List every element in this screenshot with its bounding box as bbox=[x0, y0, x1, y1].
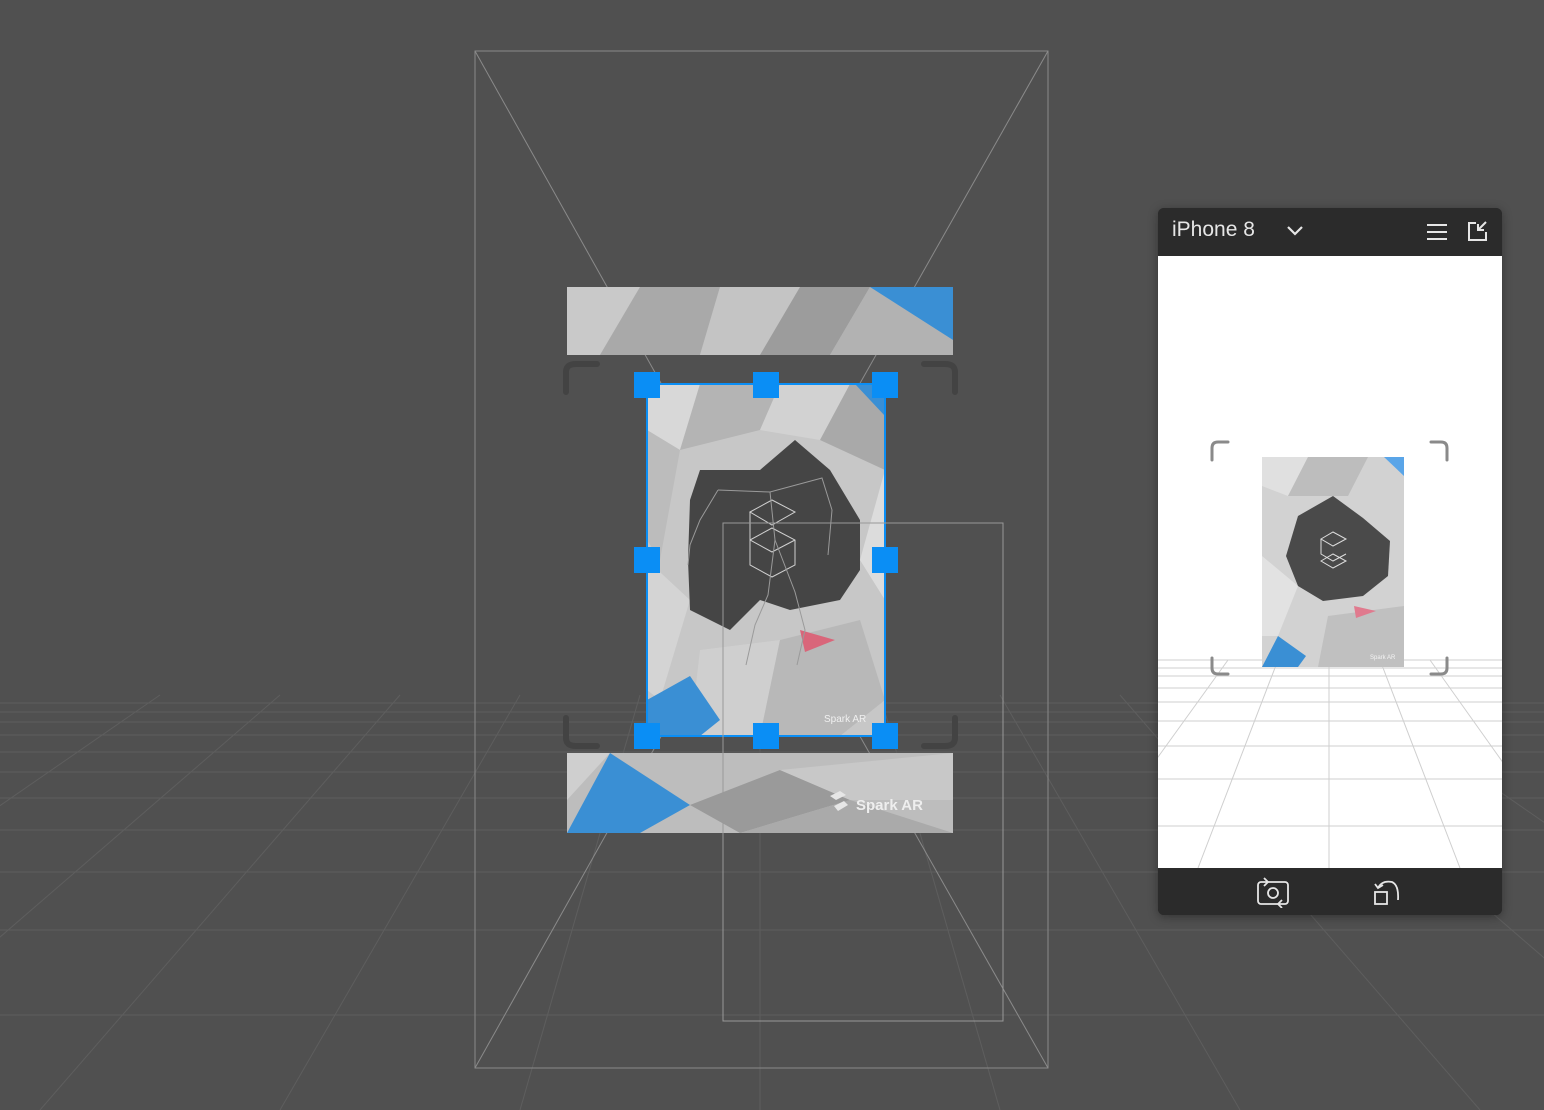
simulator-footer bbox=[1158, 868, 1502, 915]
top-banner-plane[interactable] bbox=[567, 287, 953, 355]
flip-camera-icon[interactable] bbox=[1256, 876, 1290, 913]
resize-handle-bottom-right[interactable] bbox=[872, 723, 898, 749]
popout-window-icon[interactable] bbox=[1466, 220, 1488, 247]
selected-card-plane[interactable]: Spark AR bbox=[647, 384, 885, 736]
chevron-down-icon[interactable] bbox=[1286, 224, 1304, 242]
resize-handle-top[interactable] bbox=[753, 372, 779, 398]
device-name[interactable]: iPhone 8 bbox=[1172, 218, 1255, 242]
resize-handle-bottom[interactable] bbox=[753, 723, 779, 749]
resize-handle-right[interactable] bbox=[872, 547, 898, 573]
simulator-card-preview bbox=[1262, 457, 1404, 667]
card-text: Spark AR bbox=[824, 714, 866, 725]
bottom-banner-plane[interactable] bbox=[567, 753, 953, 833]
resize-handle-left[interactable] bbox=[634, 547, 660, 573]
simulator-card-text: Spark AR bbox=[1370, 655, 1396, 661]
simulator-floor-grid bbox=[1158, 659, 1502, 868]
resize-handle-top-left[interactable] bbox=[634, 372, 660, 398]
device-simulator-panel[interactable]: iPhone 8 Spark AR bbox=[1158, 208, 1502, 915]
rotate-device-icon[interactable] bbox=[1372, 876, 1402, 913]
simulator-screen[interactable]: Spark AR bbox=[1158, 256, 1502, 868]
simulator-header: iPhone 8 bbox=[1158, 208, 1502, 256]
resize-handle-bottom-left[interactable] bbox=[634, 723, 660, 749]
hamburger-menu-icon[interactable] bbox=[1426, 222, 1448, 247]
resize-handle-top-right[interactable] bbox=[872, 372, 898, 398]
bottom-banner-text: Spark AR bbox=[856, 797, 923, 814]
